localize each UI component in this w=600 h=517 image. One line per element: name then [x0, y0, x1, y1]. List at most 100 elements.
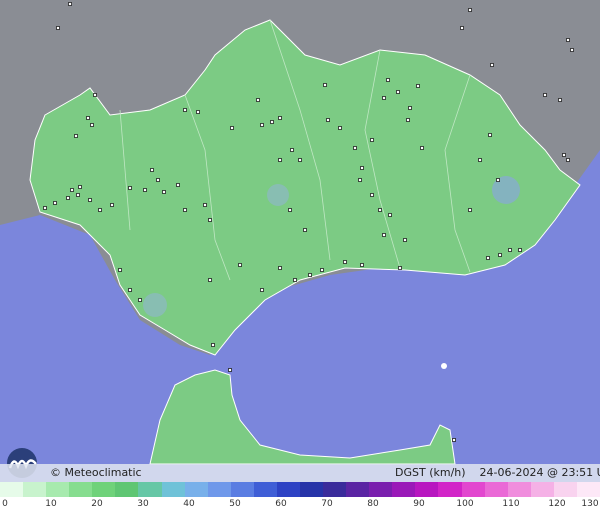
scale-swatch — [69, 482, 93, 497]
station-marker — [118, 268, 122, 272]
station-marker — [566, 158, 570, 162]
station-marker — [558, 98, 562, 102]
station-marker — [298, 158, 302, 162]
scale-swatch — [438, 482, 462, 497]
scale-swatch — [253, 482, 277, 497]
station-marker — [290, 148, 294, 152]
station-marker — [278, 158, 282, 162]
station-marker — [128, 288, 132, 292]
station-marker — [128, 186, 132, 190]
station-marker — [183, 108, 187, 112]
station-marker — [396, 90, 400, 94]
station-marker — [260, 123, 264, 127]
scale-swatch — [507, 482, 531, 497]
station-marker — [488, 133, 492, 137]
station-marker — [382, 96, 386, 100]
parameter-datetime-label: DGST (km/h) 24-06-2024 @ 23:51 UTC — [395, 466, 600, 479]
scale-swatch — [276, 482, 301, 497]
station-marker — [343, 260, 347, 264]
station-marker — [378, 208, 382, 212]
scale-swatch — [138, 482, 162, 497]
station-marker — [416, 84, 420, 88]
station-marker — [508, 248, 512, 252]
scale-tick-label: 100 — [456, 499, 474, 509]
station-marker — [460, 26, 464, 30]
station-marker — [408, 106, 412, 110]
scale-tick-label: 90 — [413, 499, 425, 509]
color-scale-bar — [0, 482, 600, 497]
scale-swatch — [392, 482, 416, 497]
station-marker — [53, 201, 57, 205]
station-marker — [360, 166, 364, 170]
station-marker — [486, 256, 490, 260]
scale-swatch — [0, 482, 24, 497]
station-marker — [320, 268, 324, 272]
station-marker — [303, 228, 307, 232]
station-marker — [93, 93, 97, 97]
station-marker — [386, 78, 390, 82]
station-marker — [86, 116, 90, 120]
scale-swatch — [369, 482, 393, 497]
station-marker — [238, 263, 242, 267]
scale-tick-label: 0 — [2, 499, 8, 509]
station-marker — [382, 233, 386, 237]
scale-tick-label: 40 — [183, 499, 195, 509]
station-marker — [338, 126, 342, 130]
station-marker — [278, 116, 282, 120]
station-marker — [110, 203, 114, 207]
scale-swatch — [300, 482, 324, 497]
station-marker — [88, 198, 92, 202]
station-marker — [90, 123, 94, 127]
scale-swatch — [161, 482, 185, 497]
scale-tick-label: 20 — [91, 499, 103, 509]
scale-swatch — [415, 482, 439, 497]
scale-tick-label: 50 — [229, 499, 241, 509]
station-marker — [143, 188, 147, 192]
station-marker — [138, 298, 142, 302]
scale-tick-label: 110 — [502, 499, 520, 509]
station-marker — [308, 273, 312, 277]
scale-swatch — [115, 482, 139, 497]
scale-swatch — [207, 482, 231, 497]
station-marker — [326, 118, 330, 122]
scale-swatch — [461, 482, 485, 497]
station-marker — [478, 158, 482, 162]
station-marker — [406, 118, 410, 122]
station-marker — [70, 188, 74, 192]
station-marker — [543, 93, 547, 97]
station-marker — [208, 218, 212, 222]
scale-tick-label: 30 — [137, 499, 149, 509]
station-marker — [468, 8, 472, 12]
station-marker — [270, 120, 274, 124]
station-marker — [156, 178, 160, 182]
station-marker — [403, 238, 407, 242]
station-marker — [56, 26, 60, 30]
station-marker — [288, 208, 292, 212]
station-marker — [150, 168, 154, 172]
station-marker — [360, 263, 364, 267]
station-marker — [452, 438, 456, 442]
scale-swatch — [576, 482, 600, 497]
station-marker — [518, 248, 522, 252]
station-marker — [562, 153, 566, 157]
scale-swatch — [46, 482, 70, 497]
parameter-label: DGST (km/h) — [395, 466, 466, 479]
station-marker — [370, 138, 374, 142]
scale-swatch — [346, 482, 370, 497]
station-marker — [468, 208, 472, 212]
scale-tick-label: 130 — [581, 499, 599, 509]
station-marker — [570, 48, 574, 52]
scale-swatch — [323, 482, 347, 497]
scale-tick-label: 120 — [548, 499, 566, 509]
station-marker — [260, 288, 264, 292]
station-marker — [388, 213, 392, 217]
gust-hotspot — [267, 184, 289, 206]
station-marker — [370, 193, 374, 197]
scale-swatch — [92, 482, 116, 497]
station-marker — [498, 253, 502, 257]
station-marker — [78, 185, 82, 189]
station-marker — [74, 134, 78, 138]
station-marker — [211, 343, 215, 347]
station-marker — [183, 208, 187, 212]
station-marker — [256, 98, 260, 102]
